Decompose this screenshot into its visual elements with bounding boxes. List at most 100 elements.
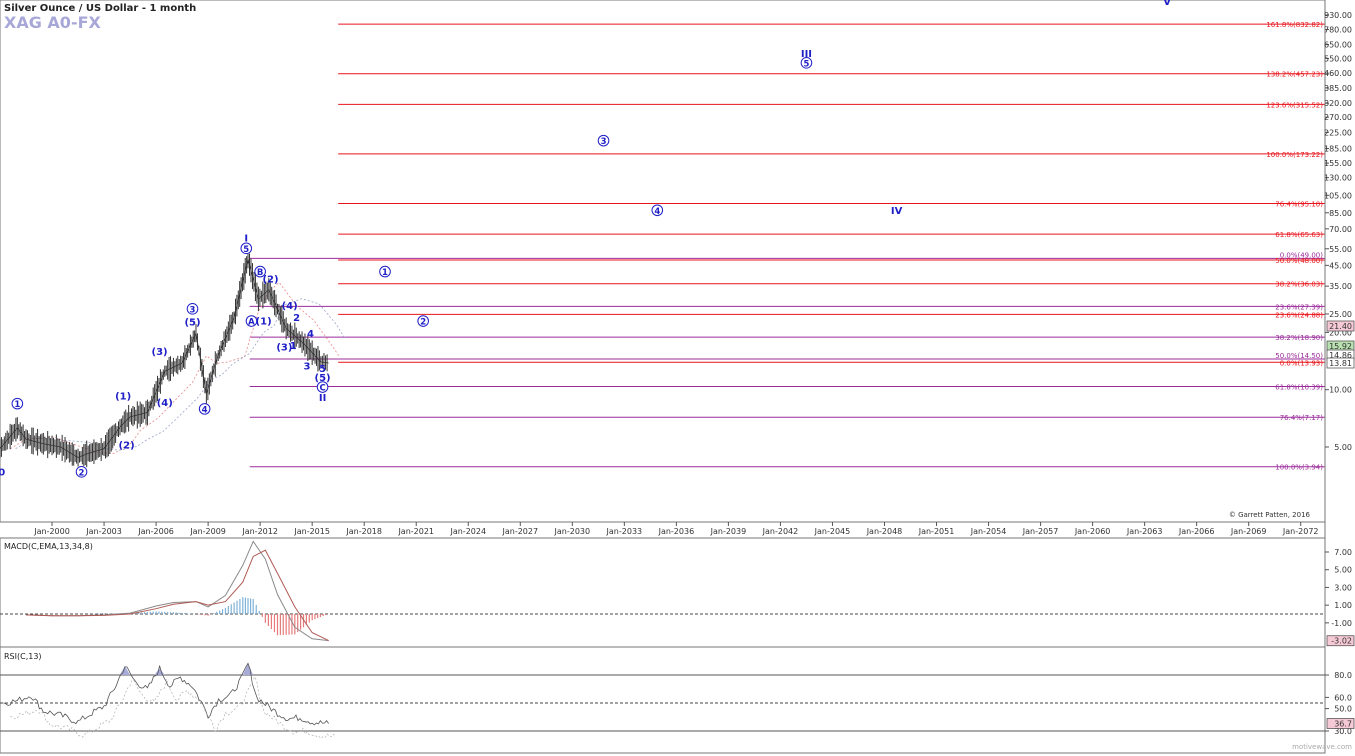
- wave-label: (1): [256, 317, 272, 328]
- wave-text: A: [248, 318, 255, 328]
- watermark: motivewave.com: [1292, 743, 1352, 751]
- wave-text: 4: [307, 329, 314, 340]
- time-tick-label: Jan-2006: [137, 527, 174, 536]
- wave-text: 4: [202, 405, 208, 415]
- fib-label: 123.6%(315.52): [1266, 101, 1323, 109]
- rsi-label: RSI(C,13): [4, 652, 42, 661]
- rsi-line: [3, 662, 329, 726]
- wave-label: IV: [891, 206, 903, 217]
- wave-text: (1): [115, 391, 131, 402]
- copyright-note: © Garrett Patten, 2016: [1229, 511, 1311, 519]
- wave-label: (3): [152, 347, 168, 358]
- price-tick-label: 5.00: [1334, 443, 1352, 452]
- wave-text: (4): [157, 398, 173, 409]
- wave-label: 2: [75, 466, 88, 478]
- macd-pane[interactable]: MACD(C,EMA,13,34,8): [0, 537, 1326, 648]
- price-tick-label: 25.00: [1329, 310, 1352, 319]
- wave-text: 3: [303, 361, 310, 372]
- time-tick-label: Jan-2072: [1282, 527, 1319, 536]
- time-tick-label: Jan-2045: [814, 527, 851, 536]
- rsi-signal-line: [10, 675, 336, 739]
- wave-label: 4: [651, 204, 664, 217]
- time-tick-label: Jan-2036: [658, 527, 695, 536]
- price-tick-label: 185.00: [1324, 144, 1352, 153]
- fib-label: 76.4%(7.17): [1280, 414, 1324, 422]
- price-tick-label: 460.00: [1324, 69, 1352, 78]
- time-tick-label: Jan-2051: [918, 527, 955, 536]
- time-tick-label: Jan-2003: [85, 527, 122, 536]
- price-badge-label: 15.92: [1329, 342, 1352, 351]
- macd-tick-label: 3.00: [1334, 583, 1352, 592]
- wave-label: 1: [11, 397, 24, 410]
- wave-text: 0: [0, 467, 5, 478]
- wave-text: C: [319, 384, 325, 394]
- wave-label: 1: [379, 265, 391, 278]
- wave-label: 4: [307, 329, 314, 340]
- wave-label: (4): [282, 301, 298, 312]
- price-tick-label: 385.00: [1324, 84, 1352, 93]
- fib-label: 138.2%(457.23): [1266, 71, 1323, 79]
- wave-text: 2: [293, 313, 300, 324]
- wave-label: 5: [800, 57, 813, 69]
- rsi-overbought-fill: [154, 668, 165, 675]
- wave-label: 0: [0, 467, 5, 478]
- time-axis[interactable]: Jan-2000 Jan-2003 Jan-2006 Jan-2009 Jan-2012…: [0, 521, 1325, 536]
- wave-text: (4): [282, 301, 298, 312]
- wave-text: 2: [79, 468, 85, 478]
- fib-label: 38.2%(36.03): [1275, 281, 1323, 289]
- fib-label: 76.4%(95.10): [1275, 201, 1323, 209]
- price-tick-label: 10.00: [1329, 386, 1352, 395]
- time-tick-label: Jan-2027: [501, 527, 538, 536]
- wave-text: 1: [290, 341, 297, 352]
- wave-text: 5: [243, 245, 249, 255]
- time-tick-label: Jan-2063: [1126, 527, 1163, 536]
- time-tick-label: Jan-2039: [710, 527, 747, 536]
- price-tick-label: 55.00: [1329, 245, 1352, 254]
- wave-label: (1): [115, 391, 131, 402]
- fib-label: 0.0%(13.93): [1280, 359, 1324, 367]
- time-tick-label: Jan-2018: [345, 527, 382, 536]
- rsi-axis[interactable]: 80.060.050.030.036.7: [1325, 671, 1355, 736]
- wave-label: 4: [198, 403, 211, 415]
- fib-label: 161.8%(832.82): [1266, 21, 1323, 29]
- wave-label: II: [319, 393, 326, 404]
- time-tick-label: Jan-2024: [449, 527, 486, 536]
- price-badge-label: 13.81: [1329, 359, 1352, 368]
- price-tick-label: 85.00: [1329, 209, 1352, 218]
- macd-badge-label: -3.02: [1331, 637, 1352, 646]
- price-tick-label: 155.00: [1324, 159, 1352, 168]
- price-pane[interactable]: 161.8%(832.82) 138.2%(457.23) 123.6%(315.5…: [0, 0, 1326, 523]
- fib-label: 100.0%(3.94): [1275, 464, 1323, 472]
- rsi-tick-label: 50.0: [1334, 705, 1352, 714]
- wave-text: 1: [382, 268, 388, 278]
- wave-label: (5): [184, 317, 200, 328]
- wave-label: 3: [303, 361, 310, 372]
- wave-text: 3: [190, 305, 196, 315]
- wave-text: IV: [891, 206, 903, 217]
- fib-label: 50.0%(48.00): [1275, 257, 1323, 265]
- price-tick-label: 35.00: [1329, 282, 1352, 291]
- rsi-tick-label: 60.0: [1334, 693, 1352, 702]
- time-tick-label: Jan-2030: [554, 527, 591, 536]
- wave-label: 3: [597, 134, 610, 147]
- wave-label: 2: [417, 315, 429, 328]
- rsi-tick-label: 80.0: [1334, 671, 1352, 680]
- time-tick-label: Jan-2042: [762, 527, 799, 536]
- wave-label: 3: [186, 303, 199, 315]
- time-tick-label: Jan-2015: [293, 527, 330, 536]
- time-tick-label: Jan-2069: [1230, 527, 1267, 536]
- macd-axis[interactable]: 7.00 5.00 3.00 1.00 -1.00 -3.02: [1325, 548, 1355, 647]
- wave-text: (2): [119, 441, 135, 452]
- symbol-label: XAG A0-FX: [4, 13, 102, 32]
- time-tick-label: Jan-2009: [189, 527, 226, 536]
- wave-label: (2): [119, 441, 135, 452]
- fib-label: 61.8%(10.39): [1275, 384, 1323, 392]
- wave-text: 3: [601, 137, 607, 147]
- wave-text: 2: [420, 318, 426, 328]
- time-tick-label: Jan-2057: [1022, 527, 1059, 536]
- rsi-pane[interactable]: RSI(C,13): [0, 646, 1326, 754]
- wave-label: V: [1163, 0, 1171, 8]
- wave-label: C: [316, 381, 329, 394]
- time-tick-label: Jan-2054: [970, 527, 1007, 536]
- price-tick-label: 105.00: [1324, 191, 1352, 200]
